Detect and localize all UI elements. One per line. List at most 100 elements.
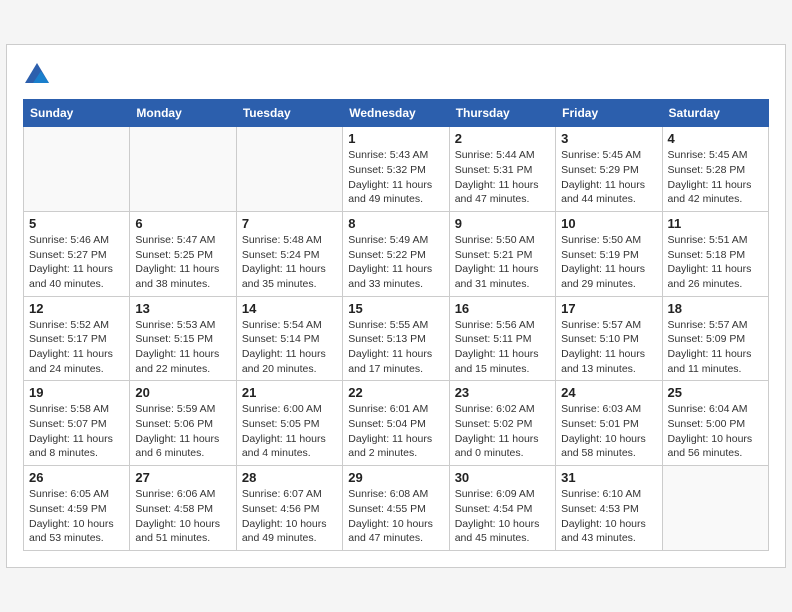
day-number: 18	[668, 301, 763, 316]
calendar-cell: 8 Sunrise: 5:49 AM Sunset: 5:22 PM Daylig…	[343, 211, 449, 296]
calendar-cell: 14 Sunrise: 5:54 AM Sunset: 5:14 PM Dayli…	[236, 296, 342, 381]
day-info: Sunrise: 5:58 AM Sunset: 5:07 PM Dayligh…	[29, 402, 124, 461]
header-section	[23, 61, 769, 89]
calendar-table: SundayMondayTuesdayWednesdayThursdayFrid…	[23, 99, 769, 551]
day-number: 13	[135, 301, 230, 316]
day-number: 11	[668, 216, 763, 231]
calendar-week-row: 19 Sunrise: 5:58 AM Sunset: 5:07 PM Dayli…	[24, 381, 769, 466]
day-number: 26	[29, 470, 124, 485]
calendar-cell: 26 Sunrise: 6:05 AM Sunset: 4:59 PM Dayli…	[24, 466, 130, 551]
weekday-header-thursday: Thursday	[449, 100, 555, 127]
day-number: 17	[561, 301, 656, 316]
day-number: 22	[348, 385, 443, 400]
day-number: 1	[348, 131, 443, 146]
day-number: 29	[348, 470, 443, 485]
day-info: Sunrise: 5:47 AM Sunset: 5:25 PM Dayligh…	[135, 233, 230, 292]
day-info: Sunrise: 6:06 AM Sunset: 4:58 PM Dayligh…	[135, 487, 230, 546]
day-number: 16	[455, 301, 550, 316]
day-info: Sunrise: 6:00 AM Sunset: 5:05 PM Dayligh…	[242, 402, 337, 461]
day-number: 12	[29, 301, 124, 316]
calendar-week-row: 5Sunrise: 5:46 AM Sunset: 5:27 PM Daylig…	[24, 211, 769, 296]
calendar-cell: 25 Sunrise: 6:04 AM Sunset: 5:00 PM Dayli…	[662, 381, 768, 466]
day-info: Sunrise: 5:57 AM Sunset: 5:09 PM Dayligh…	[668, 318, 763, 377]
calendar-week-row: 1 Sunrise: 5:43 AM Sunset: 5:32 PM Daylig…	[24, 127, 769, 212]
day-info: Sunrise: 5:54 AM Sunset: 5:14 PM Dayligh…	[242, 318, 337, 377]
calendar-cell	[130, 127, 236, 212]
day-info: Sunrise: 6:02 AM Sunset: 5:02 PM Dayligh…	[455, 402, 550, 461]
day-number: 5	[29, 216, 124, 231]
calendar-cell: 4 Sunrise: 5:45 AM Sunset: 5:28 PM Daylig…	[662, 127, 768, 212]
calendar-cell: 31 Sunrise: 6:10 AM Sunset: 4:53 PM Dayli…	[556, 466, 662, 551]
day-info: Sunrise: 6:07 AM Sunset: 4:56 PM Dayligh…	[242, 487, 337, 546]
calendar-cell: 9 Sunrise: 5:50 AM Sunset: 5:21 PM Daylig…	[449, 211, 555, 296]
day-number: 27	[135, 470, 230, 485]
day-info: Sunrise: 5:50 AM Sunset: 5:19 PM Dayligh…	[561, 233, 656, 292]
day-info: Sunrise: 5:44 AM Sunset: 5:31 PM Dayligh…	[455, 148, 550, 207]
day-info: Sunrise: 5:43 AM Sunset: 5:32 PM Dayligh…	[348, 148, 443, 207]
day-info: Sunrise: 5:51 AM Sunset: 5:18 PM Dayligh…	[668, 233, 763, 292]
day-info: Sunrise: 5:45 AM Sunset: 5:29 PM Dayligh…	[561, 148, 656, 207]
calendar-cell: 18 Sunrise: 5:57 AM Sunset: 5:09 PM Dayli…	[662, 296, 768, 381]
day-info: Sunrise: 6:04 AM Sunset: 5:00 PM Dayligh…	[668, 402, 763, 461]
weekday-header-tuesday: Tuesday	[236, 100, 342, 127]
day-number: 30	[455, 470, 550, 485]
day-info: Sunrise: 6:05 AM Sunset: 4:59 PM Dayligh…	[29, 487, 124, 546]
day-info: Sunrise: 5:56 AM Sunset: 5:11 PM Dayligh…	[455, 318, 550, 377]
day-info: Sunrise: 5:53 AM Sunset: 5:15 PM Dayligh…	[135, 318, 230, 377]
calendar-cell: 7 Sunrise: 5:48 AM Sunset: 5:24 PM Daylig…	[236, 211, 342, 296]
day-number: 6	[135, 216, 230, 231]
calendar-cell: 19 Sunrise: 5:58 AM Sunset: 5:07 PM Dayli…	[24, 381, 130, 466]
logo-icon	[23, 61, 51, 89]
calendar-cell: 6 Sunrise: 5:47 AM Sunset: 5:25 PM Daylig…	[130, 211, 236, 296]
day-info: Sunrise: 5:48 AM Sunset: 5:24 PM Dayligh…	[242, 233, 337, 292]
day-number: 8	[348, 216, 443, 231]
day-info: Sunrise: 6:09 AM Sunset: 4:54 PM Dayligh…	[455, 487, 550, 546]
day-number: 3	[561, 131, 656, 146]
calendar-cell: 23Sunrise: 6:02 AM Sunset: 5:02 PM Dayli…	[449, 381, 555, 466]
day-info: Sunrise: 5:49 AM Sunset: 5:22 PM Dayligh…	[348, 233, 443, 292]
calendar-cell: 13 Sunrise: 5:53 AM Sunset: 5:15 PM Dayli…	[130, 296, 236, 381]
day-info: Sunrise: 5:55 AM Sunset: 5:13 PM Dayligh…	[348, 318, 443, 377]
calendar-cell	[662, 466, 768, 551]
calendar-cell	[24, 127, 130, 212]
day-number: 31	[561, 470, 656, 485]
day-number: 15	[348, 301, 443, 316]
calendar-cell: 29 Sunrise: 6:08 AM Sunset: 4:55 PM Dayli…	[343, 466, 449, 551]
day-info: Sunrise: 5:59 AM Sunset: 5:06 PM Dayligh…	[135, 402, 230, 461]
weekday-header-row: SundayMondayTuesdayWednesdayThursdayFrid…	[24, 100, 769, 127]
weekday-header-monday: Monday	[130, 100, 236, 127]
calendar-cell: 5Sunrise: 5:46 AM Sunset: 5:27 PM Daylig…	[24, 211, 130, 296]
weekday-header-friday: Friday	[556, 100, 662, 127]
day-number: 7	[242, 216, 337, 231]
calendar-cell: 11 Sunrise: 5:51 AM Sunset: 5:18 PM Dayli…	[662, 211, 768, 296]
day-number: 2	[455, 131, 550, 146]
day-number: 19	[29, 385, 124, 400]
calendar-cell: 2 Sunrise: 5:44 AM Sunset: 5:31 PM Daylig…	[449, 127, 555, 212]
calendar-cell: 12 Sunrise: 5:52 AM Sunset: 5:17 PM Dayli…	[24, 296, 130, 381]
day-number: 4	[668, 131, 763, 146]
day-info: Sunrise: 6:08 AM Sunset: 4:55 PM Dayligh…	[348, 487, 443, 546]
calendar-week-row: 26 Sunrise: 6:05 AM Sunset: 4:59 PM Dayli…	[24, 466, 769, 551]
day-info: Sunrise: 5:45 AM Sunset: 5:28 PM Dayligh…	[668, 148, 763, 207]
day-number: 25	[668, 385, 763, 400]
day-info: Sunrise: 5:57 AM Sunset: 5:10 PM Dayligh…	[561, 318, 656, 377]
calendar-cell: 17 Sunrise: 5:57 AM Sunset: 5:10 PM Dayli…	[556, 296, 662, 381]
calendar-cell: 3 Sunrise: 5:45 AM Sunset: 5:29 PM Daylig…	[556, 127, 662, 212]
day-number: 14	[242, 301, 337, 316]
day-number: 28	[242, 470, 337, 485]
day-info: Sunrise: 6:10 AM Sunset: 4:53 PM Dayligh…	[561, 487, 656, 546]
calendar-cell: 10 Sunrise: 5:50 AM Sunset: 5:19 PM Dayli…	[556, 211, 662, 296]
day-number: 9	[455, 216, 550, 231]
calendar-cell: 1 Sunrise: 5:43 AM Sunset: 5:32 PM Daylig…	[343, 127, 449, 212]
calendar-cell	[236, 127, 342, 212]
day-info: Sunrise: 5:52 AM Sunset: 5:17 PM Dayligh…	[29, 318, 124, 377]
calendar-week-row: 12 Sunrise: 5:52 AM Sunset: 5:17 PM Dayli…	[24, 296, 769, 381]
weekday-header-wednesday: Wednesday	[343, 100, 449, 127]
day-number: 21	[242, 385, 337, 400]
weekday-header-sunday: Sunday	[24, 100, 130, 127]
day-info: Sunrise: 5:50 AM Sunset: 5:21 PM Dayligh…	[455, 233, 550, 292]
calendar-cell: 27 Sunrise: 6:06 AM Sunset: 4:58 PM Dayli…	[130, 466, 236, 551]
day-number: 10	[561, 216, 656, 231]
calendar-cell: 22Sunrise: 6:01 AM Sunset: 5:04 PM Dayli…	[343, 381, 449, 466]
calendar-cell: 24Sunrise: 6:03 AM Sunset: 5:01 PM Dayli…	[556, 381, 662, 466]
